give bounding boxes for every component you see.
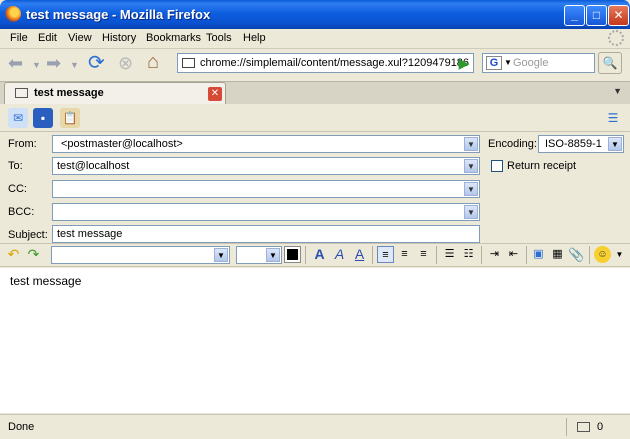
bcc-field[interactable]: ▼ [52,203,480,221]
insert-image-icon[interactable]: ▣ [530,246,547,263]
reload-icon[interactable]: ⟳ [88,52,105,74]
menu-edit[interactable]: Edit [38,32,57,44]
encoding-value: ISO-8859-1 [545,138,602,150]
title-bar: test message - Mozilla Firefox _ □ ✕ [0,0,630,29]
align-left-icon[interactable]: ≡ [377,246,394,263]
forward-dropdown-icon[interactable]: ▼ [70,54,79,76]
separator [481,246,482,264]
tab-title: test message [34,87,104,99]
send-icon[interactable]: ✉ [8,108,28,128]
close-tab-icon[interactable]: ✕ [208,87,222,101]
align-right-icon[interactable]: ≡ [415,246,432,263]
separator [436,246,437,264]
search-icon[interactable]: 🔍 [598,52,622,74]
search-bar[interactable]: G ▼ Google [482,53,595,73]
to-field[interactable]: test@localhost ▼ [52,157,480,175]
font-family-select[interactable]: ▼ [51,246,230,264]
menu-tools[interactable]: Tools [206,32,232,44]
message-body: test message [10,274,82,288]
cc-field[interactable]: ▼ [52,180,480,198]
bulleted-list-icon[interactable]: ☷ [460,246,477,263]
tab-test-message[interactable]: test message ✕ [4,82,226,104]
bcc-label: BCC: [8,206,35,218]
window-title: test message - Mozilla Firefox [26,7,211,22]
italic-icon[interactable]: A [331,246,348,263]
separator [566,418,567,436]
maximize-button[interactable]: □ [586,5,607,26]
status-bar: Done 0 [0,414,630,439]
save-icon[interactable]: ▪ [33,108,53,128]
cc-label: CC: [8,183,27,195]
chevron-down-icon[interactable]: ▼ [214,248,228,262]
envelope-icon [182,58,195,68]
back-dropdown-icon[interactable]: ▼ [32,54,41,76]
separator [526,246,527,264]
menu-file[interactable]: File [10,32,28,44]
separator [372,246,373,264]
stop-icon[interactable]: ⊗ [118,52,133,74]
subject-value: test message [57,228,123,240]
chevron-down-icon[interactable]: ▼ [464,205,478,219]
smiley-icon[interactable]: ☺ [594,246,611,263]
clipboard-icon[interactable]: 📋 [60,108,80,128]
search-placeholder: Google [513,57,549,69]
smiley-dropdown-icon[interactable]: ▼ [611,246,628,263]
bold-icon[interactable]: A [311,246,328,263]
message-editor[interactable]: test message [0,268,630,413]
to-value: test@localhost [57,160,130,172]
chevron-down-icon[interactable]: ▼ [266,248,280,262]
align-center-icon[interactable]: ≡ [396,246,413,263]
subject-label: Subject: [8,229,48,241]
mail-count: 0 [597,421,604,433]
sidebar-toggle-icon[interactable]: ☰ [603,108,623,128]
indent-icon[interactable]: ⇥ [486,246,503,263]
attachment-icon[interactable]: 📎 [568,246,585,263]
compose-toolbar [0,104,630,132]
separator [305,246,306,264]
from-select[interactable]: <postmaster@localhost> ▼ [52,135,480,153]
status-text: Done [8,421,35,433]
menu-bookmarks[interactable]: Bookmarks [146,32,201,44]
from-label: From: [8,138,37,150]
encoding-label: Encoding: [488,138,537,150]
back-icon[interactable]: ⬅ [8,52,23,74]
throbber-icon [608,30,624,46]
encoding-select[interactable]: ISO-8859-1 ▼ [538,135,624,153]
chevron-down-icon[interactable]: ▼ [464,137,478,151]
menu-bar: File Edit View History Bookmarks Tools H… [0,29,630,49]
close-button[interactable]: ✕ [608,5,629,26]
forward-icon[interactable]: ➡ [46,52,61,74]
chevron-down-icon[interactable]: ▼ [464,182,478,196]
envelope-icon [15,88,28,98]
menu-history[interactable]: History [102,32,136,44]
tab-list-icon[interactable]: ▼ [613,86,622,96]
underline-icon[interactable]: A [351,246,368,263]
menu-help[interactable]: Help [243,32,266,44]
minimize-button[interactable]: _ [564,5,585,26]
search-engine-dropdown-icon[interactable]: ▼ [504,58,512,67]
from-value: <postmaster@localhost> [61,138,183,150]
separator [589,246,590,264]
return-receipt-checkbox[interactable] [491,160,503,172]
firefox-icon [5,6,21,22]
to-label: To: [8,160,23,172]
outdent-icon[interactable]: ⇤ [505,246,522,263]
undo-icon[interactable]: ↶ [5,246,22,263]
subject-field[interactable]: test message [52,225,480,243]
return-receipt-label: Return receipt [507,160,577,172]
font-size-select[interactable]: ▼ [236,246,282,264]
numbered-list-icon[interactable]: ☰ [441,246,458,263]
chevron-down-icon[interactable]: ▼ [608,137,622,151]
google-icon[interactable]: G [486,56,502,70]
chevron-down-icon[interactable]: ▼ [464,159,478,173]
insert-table-icon[interactable]: ▦ [549,246,566,263]
redo-icon[interactable]: ↷ [25,246,42,263]
text-color-swatch[interactable] [284,246,301,263]
go-icon[interactable]: ▶ [455,53,473,73]
menu-view[interactable]: View [68,32,92,44]
url-text: chrome://simplemail/content/message.xul?… [200,57,470,69]
url-bar[interactable]: chrome://simplemail/content/message.xul?… [177,53,474,73]
mail-icon[interactable] [577,422,590,432]
home-icon[interactable]: ⌂ [147,51,159,73]
